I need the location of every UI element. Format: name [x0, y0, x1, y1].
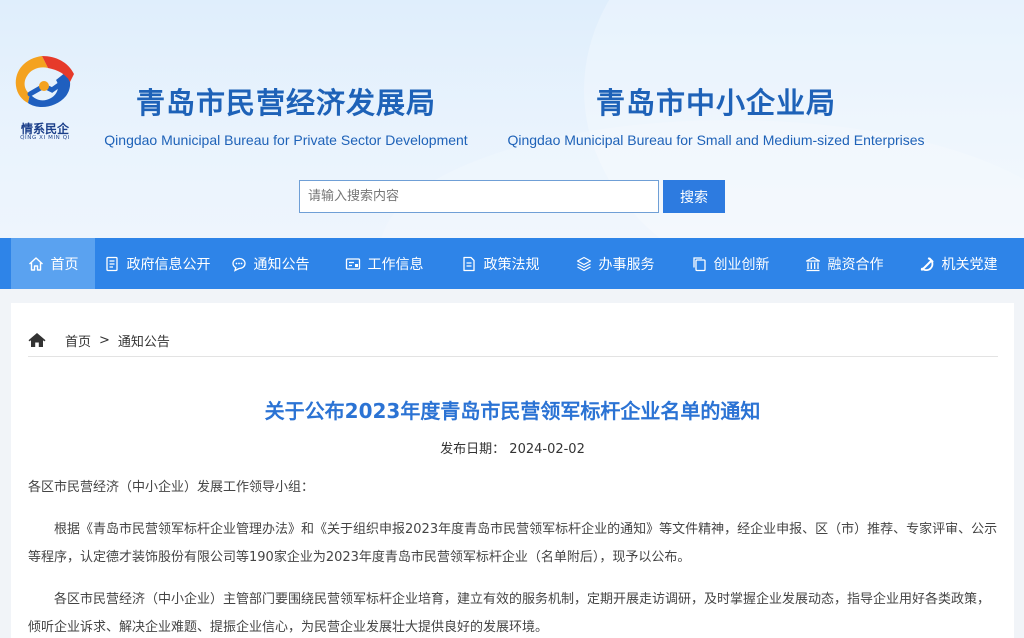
logo-subtext: QING XI MIN QI — [20, 135, 70, 141]
publish-date: 发布日期： 2024-02-02 — [11, 438, 1014, 457]
nav-item-gov-info[interactable]: 政府信息公开 — [96, 238, 218, 289]
nav-item-party[interactable]: 机关党建 — [906, 238, 1010, 289]
org-title-sme: 青岛市中小企业局 Qingdao Municipal Bureau for Sm… — [500, 80, 932, 148]
org-name-cn: 青岛市中小企业局 — [595, 86, 836, 120]
chat-icon — [231, 256, 247, 272]
nav-item-label: 机关党建 — [941, 256, 998, 273]
nav-item-label: 办事服务 — [598, 256, 655, 273]
article-paragraph: 各区市民营经济（中小企业）发展工作领导小组： — [28, 480, 315, 495]
home-icon — [28, 333, 46, 347]
nav-item-label: 创业创新 — [713, 256, 770, 273]
card-icon — [345, 256, 361, 272]
divider — [28, 356, 998, 357]
nav-item-home[interactable]: 首页 — [11, 238, 95, 289]
home-icon — [28, 256, 44, 272]
nav-item-notices[interactable]: 通知公告 — [220, 238, 320, 289]
file-icon — [461, 256, 477, 272]
nav-item-label: 通知公告 — [253, 256, 310, 273]
nav-item-work-info[interactable]: 工作信息 — [334, 238, 434, 289]
nav-item-label: 融资合作 — [827, 256, 884, 273]
search-input[interactable] — [299, 180, 659, 213]
nav-item-innovation[interactable]: 创业创新 — [678, 238, 782, 289]
org-name-cn: 青岛市民营经济发展局 — [135, 86, 436, 120]
copy-icon — [691, 256, 707, 272]
search-button[interactable]: 搜索 — [663, 180, 725, 213]
main-nav: 首页 政府信息公开 通知公告 工作信息 政策法规 办事服务 创业创新 融资合作 … — [0, 238, 1024, 289]
nav-item-policies[interactable]: 政策法规 — [448, 238, 552, 289]
org-name-en: Qingdao Municipal Bureau for Small and M… — [507, 132, 925, 148]
org-name-en: Qingdao Municipal Bureau for Private Sec… — [104, 132, 468, 148]
party-emblem-icon — [919, 256, 935, 272]
breadcrumb-separator: > — [99, 332, 110, 348]
nav-item-label: 政府信息公开 — [126, 256, 211, 273]
document-icon — [104, 256, 120, 272]
breadcrumb: 首页 > 通知公告 — [28, 329, 170, 351]
nav-item-services[interactable]: 办事服务 — [563, 238, 667, 289]
nav-item-label: 首页 — [50, 256, 79, 273]
nav-item-label: 工作信息 — [367, 256, 424, 273]
publish-date-value: 2024-02-02 — [509, 442, 585, 457]
nav-item-financing[interactable]: 融资合作 — [792, 238, 896, 289]
article-paragraph: 各区市民营经济（中小企业）主管部门要围绕民营领军标杆企业培育，建立有效的服务机制… — [28, 592, 991, 635]
building-icon — [805, 256, 821, 272]
site-logo[interactable]: 情系民企 QING XI MIN QI — [8, 50, 78, 142]
site-header: 情系民企 QING XI MIN QI 青岛市民营经济发展局 Qingdao M… — [0, 0, 1024, 238]
article-paragraph: 根据《青岛市民营领军标杆企业管理办法》和《关于组织申报2023年度青岛市民营领军… — [28, 522, 998, 565]
breadcrumb-home[interactable]: 首页 — [65, 331, 91, 350]
layers-icon — [576, 256, 592, 272]
publish-date-label: 发布日期： — [440, 442, 506, 457]
breadcrumb-current[interactable]: 通知公告 — [118, 331, 170, 350]
article-title: 关于公布2023年度青岛市民营领军标杆企业名单的通知 — [264, 399, 761, 423]
nav-item-label: 政策法规 — [483, 256, 540, 273]
org-title-private-sector: 青岛市民营经济发展局 Qingdao Municipal Bureau for … — [96, 80, 476, 148]
logo-emblem-icon — [15, 56, 74, 108]
